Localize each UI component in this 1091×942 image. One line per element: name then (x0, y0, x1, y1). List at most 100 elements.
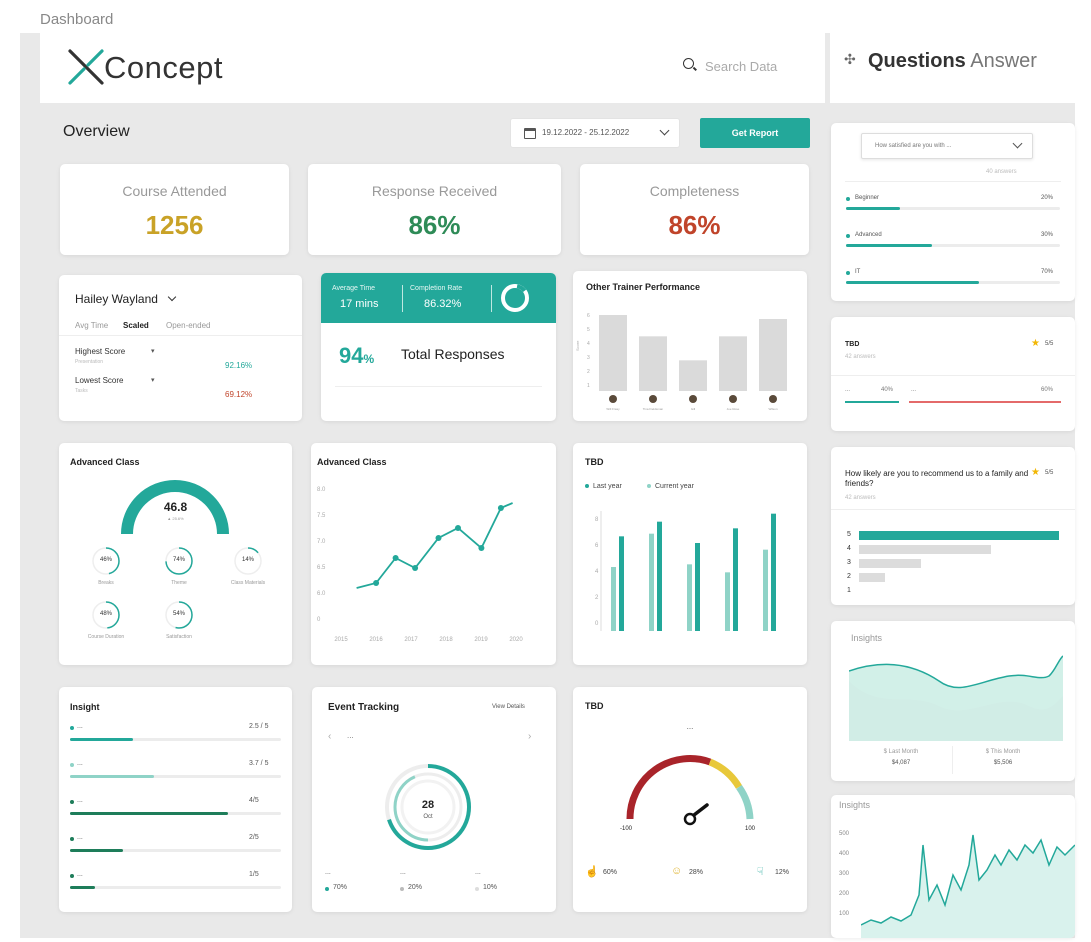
view-details-link[interactable]: View Details (492, 704, 525, 710)
insight-label: ... (77, 797, 83, 804)
data-point (412, 565, 419, 571)
question-select[interactable]: How satisfied are you with ... (861, 133, 1033, 159)
chevron-left-icon[interactable]: ‹ (328, 731, 331, 742)
avg-time-label: Average Time (332, 285, 376, 292)
move-icon[interactable]: ✣ (844, 51, 856, 68)
legend-percent: 70% (333, 884, 348, 891)
perf-bar (599, 315, 627, 391)
option-fill (846, 244, 932, 247)
search-input[interactable]: Search Data (705, 59, 777, 74)
stat-value: 86% (408, 210, 461, 240)
progress-track (70, 886, 281, 889)
legend-label: ... (475, 869, 481, 876)
card-title: Advanced Class (70, 457, 140, 467)
left-label: ... (845, 387, 851, 393)
y-tick-label: 0 (595, 621, 599, 627)
ring-label: Breaks (98, 580, 114, 586)
avg-time-value: 17 mins (340, 298, 379, 310)
question-text: How satisfied are you with ... (875, 143, 952, 149)
progress-fill (70, 738, 134, 741)
x-tick-label: 2018 (439, 637, 453, 643)
bullet-dot (70, 763, 74, 767)
stat-label: Completeness (649, 183, 740, 199)
data-point (373, 580, 380, 586)
logo-icon (68, 49, 104, 85)
option-track (846, 281, 1060, 284)
ring-percent: 48% (99, 611, 112, 617)
option-fill (846, 281, 979, 284)
stat-label: Course Attended (122, 183, 227, 199)
option-fill (846, 207, 900, 210)
star-icon: ★ (1031, 338, 1040, 349)
trainer-name-label: Joe Rose (727, 407, 740, 411)
thumbs-down-icon: ☟ (757, 866, 764, 878)
stat-percent: 12% (775, 869, 790, 876)
legend-percent: 20% (408, 884, 423, 891)
insights-line-chart (861, 834, 1075, 938)
right-pct: 60% (1041, 387, 1054, 393)
legend-last-year: Last year (585, 483, 622, 490)
card-title: Event Tracking (328, 702, 400, 713)
ring-label: Class Materials (230, 580, 266, 586)
qa-title-bold: Questions (868, 50, 966, 72)
row-label: 2 (847, 573, 851, 580)
card-title: Insights (839, 800, 871, 810)
frame-label: Dashboard (40, 11, 114, 28)
option-label: Advanced (855, 232, 882, 238)
y-tick-label: 8 (595, 517, 599, 523)
advanced-line-card: Advanced Class 8.0 7.5 7.0 6.5 6.0 0 2015 2016 2… (311, 443, 556, 665)
y-tick-label: 8.0 (317, 487, 326, 493)
total-responses-percent: 94% (339, 343, 374, 369)
option-label: Beginner (855, 195, 880, 201)
insight-label: ... (77, 834, 83, 841)
chevron-down-icon (168, 292, 177, 302)
date-range-select[interactable]: 19.12.2022 - 25.12.2022 (510, 118, 680, 148)
y-tick-label: 2 (595, 595, 599, 601)
progress-track (70, 849, 281, 852)
date-range-value: 19.12.2022 - 25.12.2022 (542, 128, 630, 137)
get-report-button[interactable]: Get Report (700, 118, 810, 148)
row-bar (859, 531, 1059, 540)
y-tick-label: 7.5 (317, 513, 326, 519)
stat-card-completeness: Completeness 86% (580, 164, 809, 255)
tab-scaled[interactable]: Scaled (123, 321, 149, 330)
chevron-right-icon[interactable]: › (528, 731, 531, 742)
chevron-down-icon[interactable]: ▾ (151, 376, 155, 384)
y-tick-label: 200 (839, 891, 850, 897)
option-dot (846, 197, 850, 201)
divider (845, 181, 1061, 182)
bar (657, 521, 662, 631)
ring-percent: 54% (172, 611, 185, 617)
insights-line-card: Insights 500 400 300 200 100 (831, 795, 1075, 938)
avatar (769, 395, 777, 403)
qa-title-light: Answer (970, 50, 1037, 72)
calendar-icon (524, 128, 536, 139)
responses-card: Average Time 17 mins Completion Rate 86.… (321, 273, 556, 421)
trainer-name-select[interactable]: Hailey Wayland (75, 292, 177, 306)
insight-value: 3.7 / 5 (249, 760, 269, 767)
bar (611, 567, 616, 631)
insight-card: Insight ... 2.5 / 5... 3.7 / 5... 4/5... 2/5… (59, 687, 292, 912)
ring-label: Satisfaction (166, 634, 192, 640)
qa-title: Questions Answer (868, 50, 1037, 73)
y-tick-label: 2 (587, 369, 590, 375)
trainer-name-label: Gill (691, 407, 696, 411)
tab-open-ended[interactable]: Open-ended (166, 321, 210, 330)
y-tick-label: 1 (587, 383, 590, 389)
progress-track (70, 775, 281, 778)
divider (952, 746, 953, 774)
x-tick-label: 2016 (369, 637, 383, 643)
divider (831, 375, 1075, 376)
star-icon: ★ (1031, 467, 1040, 478)
chevron-down-icon[interactable]: ▾ (151, 347, 155, 355)
qa-header: ✣ Questions Answer (830, 33, 1075, 103)
event-day: 28 (421, 799, 435, 811)
row-bar (859, 559, 921, 568)
right-label: ... (911, 387, 917, 393)
perf-bar (759, 319, 787, 391)
row-label: 1 (847, 587, 851, 594)
tab-avg-time[interactable]: Avg Time (75, 321, 108, 330)
stat-label: Response Received (371, 183, 498, 199)
neutral-icon: ☺ (671, 865, 683, 877)
gauge-delta: ▲ 25.6% (167, 516, 184, 521)
